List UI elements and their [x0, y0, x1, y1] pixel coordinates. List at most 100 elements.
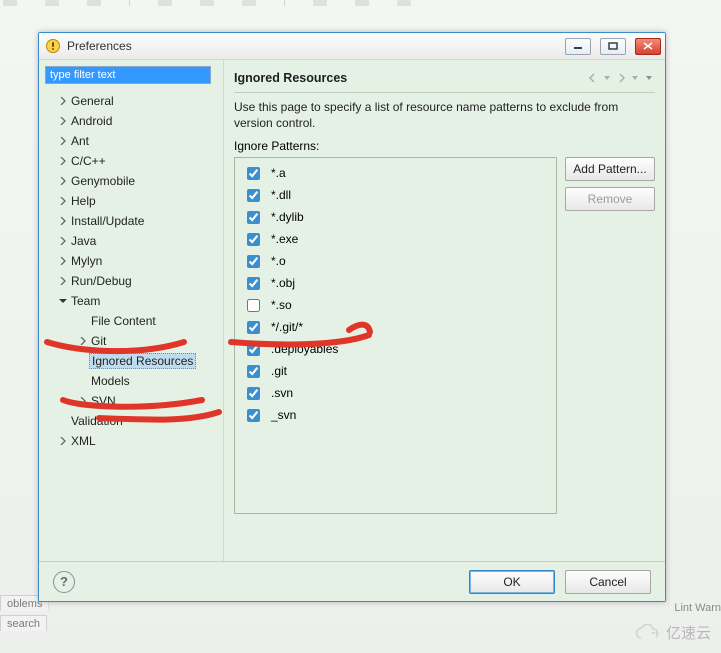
pattern-checkbox[interactable] — [247, 409, 260, 422]
titlebar[interactable]: Preferences — [39, 33, 665, 60]
tree-item[interactable]: Ant — [45, 131, 217, 151]
header-nav — [587, 72, 655, 84]
tree-item[interactable]: Android — [45, 111, 217, 131]
pattern-checkbox[interactable] — [247, 233, 260, 246]
tree-item-label: Android — [69, 114, 114, 128]
tree-item[interactable]: Mylyn — [45, 251, 217, 271]
tree-subitem[interactable]: Git — [45, 331, 217, 351]
pattern-row[interactable]: */.git/* — [239, 316, 552, 338]
tree-item[interactable]: XML — [45, 431, 217, 451]
pattern-row[interactable]: .deployables — [239, 338, 552, 360]
pattern-row[interactable]: *.so — [239, 294, 552, 316]
pattern-checkbox[interactable] — [247, 211, 260, 224]
tree-subitem[interactable]: SVN — [45, 391, 217, 411]
pattern-row[interactable]: *.o — [239, 250, 552, 272]
pattern-row[interactable]: *.dll — [239, 184, 552, 206]
pattern-label: *.dylib — [271, 210, 304, 224]
nav-back-icon[interactable] — [587, 72, 599, 84]
tree-item-label: Ant — [69, 134, 91, 148]
ok-button[interactable]: OK — [469, 570, 555, 594]
tree-item-label: XML — [69, 434, 98, 448]
chevron-right-icon[interactable] — [57, 237, 69, 245]
tree-item-label: SVN — [89, 394, 118, 408]
pattern-row[interactable]: .git — [239, 360, 552, 382]
pattern-checkbox[interactable] — [247, 299, 260, 312]
chevron-right-icon[interactable] — [57, 97, 69, 105]
tree-item[interactable]: Run/Debug — [45, 271, 217, 291]
pattern-row[interactable]: *.obj — [239, 272, 552, 294]
tree-item[interactable]: C/C++ — [45, 151, 217, 171]
chevron-right-icon[interactable] — [77, 397, 89, 405]
tree-item[interactable]: Team — [45, 291, 217, 311]
chevron-down-icon[interactable] — [629, 72, 641, 84]
nav-forward-icon[interactable] — [615, 72, 627, 84]
pattern-checkbox[interactable] — [247, 343, 260, 356]
tree-item[interactable]: General — [45, 91, 217, 111]
tree-item[interactable]: Validation — [45, 411, 217, 431]
tree-item[interactable]: Genymobile — [45, 171, 217, 191]
chevron-right-icon[interactable] — [57, 117, 69, 125]
pattern-checkbox[interactable] — [247, 255, 260, 268]
pattern-row[interactable]: *.dylib — [239, 206, 552, 228]
background-tab: search — [0, 615, 47, 631]
ignore-patterns-list[interactable]: *.a *.dll *.dylib *.exe*.o*.obj *.so */.git/*… — [234, 157, 557, 514]
pattern-checkbox[interactable] — [247, 277, 260, 290]
pattern-label: .svn — [271, 386, 293, 400]
pattern-label: .git — [271, 364, 287, 378]
tree-subitem[interactable]: Ignored Resources — [45, 351, 217, 371]
preferences-dialog: Preferences General Android Ant C/C++Genymo… — [38, 32, 666, 602]
chevron-down-icon[interactable] — [601, 72, 613, 84]
minimize-button[interactable] — [565, 38, 591, 55]
filter-box — [45, 66, 211, 84]
pattern-checkbox[interactable] — [247, 387, 260, 400]
pattern-row[interactable]: *.exe — [239, 228, 552, 250]
pattern-label: .deployables — [271, 342, 338, 356]
tree-item[interactable]: Help — [45, 191, 217, 211]
tree-item-label: General — [69, 94, 116, 108]
tree-item-label: Install/Update — [69, 214, 146, 228]
maximize-icon — [608, 42, 618, 50]
pattern-checkbox[interactable] — [247, 167, 260, 180]
tree-subitem[interactable]: Models — [45, 371, 217, 391]
chevron-right-icon[interactable] — [57, 177, 69, 185]
chevron-right-icon[interactable] — [77, 337, 89, 345]
remove-button[interactable]: Remove — [565, 187, 655, 211]
pattern-checkbox[interactable] — [247, 321, 260, 334]
category-tree-panel: General Android Ant C/C++GenymobileHelp Inst… — [39, 60, 224, 601]
tree-item[interactable]: Java — [45, 231, 217, 251]
menu-chevron-icon[interactable] — [643, 72, 655, 84]
close-icon — [643, 42, 653, 50]
pattern-label: *.a — [271, 166, 286, 180]
help-button[interactable]: ? — [53, 571, 75, 593]
pattern-label: *.dll — [271, 188, 291, 202]
pattern-row[interactable]: _svn — [239, 404, 552, 426]
chevron-right-icon[interactable] — [57, 197, 69, 205]
tree-item-label: File Content — [89, 314, 158, 328]
page-heading: Ignored Resources — [234, 71, 587, 85]
tree-item[interactable]: Install/Update — [45, 211, 217, 231]
background-search-tab: search — [0, 615, 47, 633]
pattern-label: *.so — [271, 298, 292, 312]
pattern-row[interactable]: .svn — [239, 382, 552, 404]
cancel-button[interactable]: Cancel — [565, 570, 651, 594]
pattern-label: */.git/* — [271, 320, 303, 334]
minimize-icon — [573, 42, 583, 50]
chevron-right-icon[interactable] — [57, 257, 69, 265]
filter-input[interactable] — [46, 67, 210, 83]
maximize-button[interactable] — [600, 38, 626, 55]
chevron-right-icon[interactable] — [57, 277, 69, 285]
pattern-checkbox[interactable] — [247, 365, 260, 378]
pattern-checkbox[interactable] — [247, 189, 260, 202]
app-icon — [45, 38, 61, 54]
chevron-right-icon[interactable] — [57, 157, 69, 165]
close-button[interactable] — [635, 38, 661, 55]
pattern-row[interactable]: *.a — [239, 162, 552, 184]
chevron-right-icon[interactable] — [57, 137, 69, 145]
chevron-right-icon[interactable] — [57, 217, 69, 225]
tree-item-label: Run/Debug — [69, 274, 134, 288]
category-tree[interactable]: General Android Ant C/C++GenymobileHelp Inst… — [45, 91, 217, 595]
chevron-right-icon[interactable] — [57, 437, 69, 445]
chevron-down-icon[interactable] — [57, 297, 69, 305]
tree-subitem[interactable]: File Content — [45, 311, 217, 331]
add-pattern-button[interactable]: Add Pattern... — [565, 157, 655, 181]
